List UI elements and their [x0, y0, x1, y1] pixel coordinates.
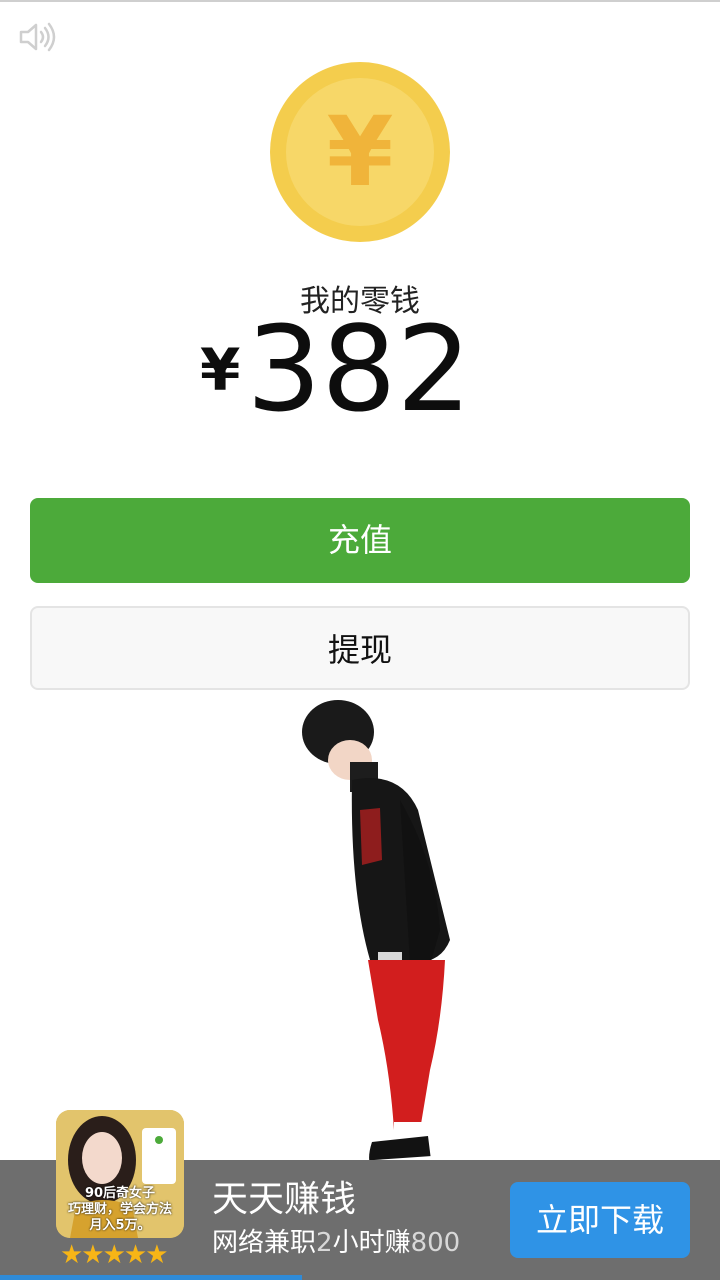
top-divider — [0, 0, 720, 2]
ad-thumbnail[interactable]: 90后奇女子 巧理财，学会方法 月入5万。 — [56, 1110, 184, 1238]
withdraw-button[interactable]: 提现 — [30, 606, 690, 690]
ad-subtitle-part3: 小时赚 — [332, 1228, 411, 1258]
currency-symbol: ¥ — [200, 336, 241, 404]
ad-title: 天天赚钱 — [212, 1179, 357, 1220]
balance-amount: ¥382 — [200, 300, 472, 438]
ad-subtitle-part4: 800 — [410, 1228, 461, 1258]
caption-line-2: 巧理财，学会方法 — [67, 1202, 172, 1217]
recharge-button[interactable]: 充值 — [30, 498, 690, 583]
ad-subtitle-part2: 2 — [316, 1228, 333, 1258]
ad-subtitle-part1: 网络兼职 — [212, 1228, 317, 1258]
caption-line-1: 90后奇女子 — [84, 1186, 156, 1201]
person-image — [290, 690, 470, 1210]
balance-value: 382 — [246, 300, 472, 438]
ad-subtitle: 网络兼职2小时赚800 — [212, 1222, 460, 1259]
ad-progress-bar — [0, 1275, 303, 1280]
coin-icon: ¥ — [270, 62, 450, 242]
caption-line-3: 月入5万。 — [89, 1218, 151, 1233]
download-button[interactable]: 立即下载 — [510, 1182, 690, 1258]
speaker-icon[interactable] — [18, 20, 58, 54]
ad-thumbnail-caption: 90后奇女子 巧理财，学会方法 月入5万。 — [56, 1186, 184, 1234]
star-icon: ★★★★★ — [60, 1240, 169, 1270]
coin-yen-symbol: ¥ — [326, 96, 394, 208]
